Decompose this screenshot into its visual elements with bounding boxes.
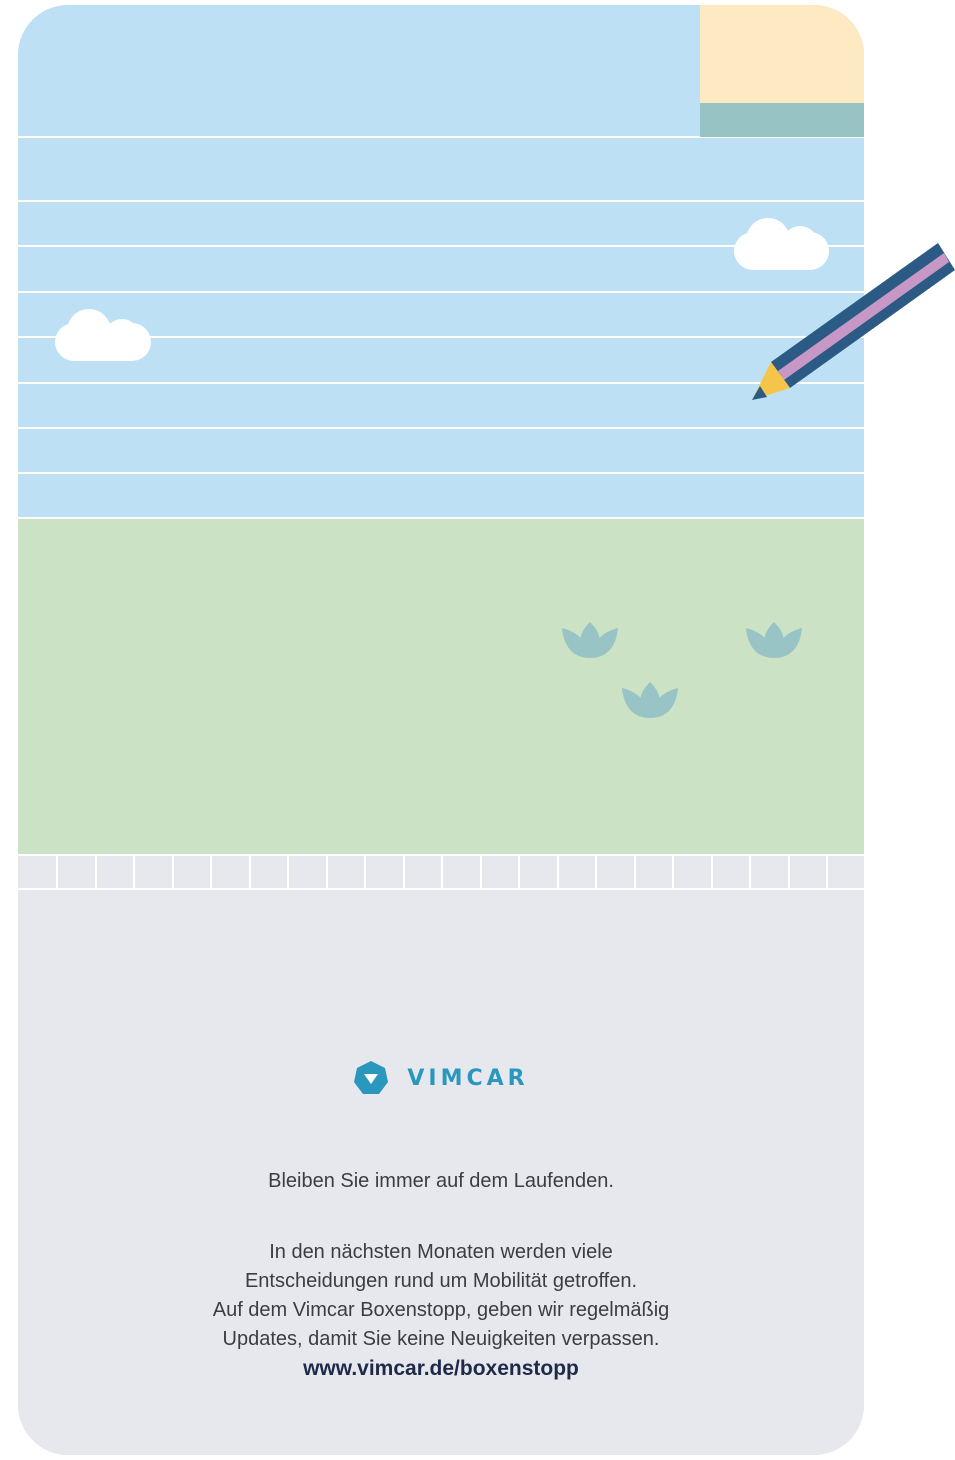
ruled-line: [18, 245, 864, 247]
grid-divider: [826, 854, 828, 888]
grid-divider: [210, 854, 212, 888]
ruled-line: [18, 291, 864, 293]
grid-divider: [56, 854, 58, 888]
grid-divider: [249, 854, 251, 888]
grid-divider: [403, 854, 405, 888]
grid-divider: [287, 854, 289, 888]
grid-divider: [518, 854, 520, 888]
boxenstopp-link[interactable]: www.vimcar.de/boxenstopp: [18, 1354, 864, 1383]
sky-area: [18, 5, 864, 519]
description-line: In den nächsten Monaten werden viele: [269, 1241, 613, 1263]
description-line: Auf dem Vimcar Boxenstopp, geben wir reg…: [212, 1299, 670, 1321]
grid-divider: [326, 854, 328, 888]
grid-divider: [95, 854, 97, 888]
vimcar-hexagon-chevron-icon: [354, 1061, 389, 1094]
description-paragraph: In den nächsten Monaten werden viele Ent…: [18, 1238, 864, 1383]
grid-divider: [172, 854, 174, 888]
grid-divider: [788, 854, 790, 888]
ruled-line: [18, 472, 864, 474]
grid-strip: [18, 854, 864, 890]
sticky-note-icon: [700, 5, 864, 103]
grid-divider: [364, 854, 366, 888]
poster-card: VIMCAR Bleiben Sie immer auf dem Laufend…: [18, 5, 864, 1455]
description-line: Entscheidungen rund um Mobilität getroff…: [244, 1270, 638, 1292]
ruled-line: [18, 200, 864, 202]
description-line: Updates, damit Sie keine Neuigkeiten ver…: [222, 1328, 660, 1350]
grid-divider: [480, 854, 482, 888]
grid-divider: [634, 854, 636, 888]
grass-area: [18, 519, 864, 854]
grid-divider: [441, 854, 443, 888]
grid-divider: [711, 854, 713, 888]
grid-divider: [595, 854, 597, 888]
grid-divider: [133, 854, 135, 888]
ruled-line: [18, 427, 864, 429]
ruled-line: [18, 382, 864, 384]
tagline: Bleiben Sie immer auf dem Laufenden.: [268, 1170, 614, 1192]
grid-divider: [672, 854, 674, 888]
vimcar-logo[interactable]: VIMCAR: [18, 1060, 864, 1096]
grid-divider: [749, 854, 751, 888]
ruled-line: [18, 336, 864, 338]
brand-name: VIMCAR: [407, 1065, 529, 1091]
sticky-note-band: [700, 103, 864, 137]
grid-divider: [557, 854, 559, 888]
